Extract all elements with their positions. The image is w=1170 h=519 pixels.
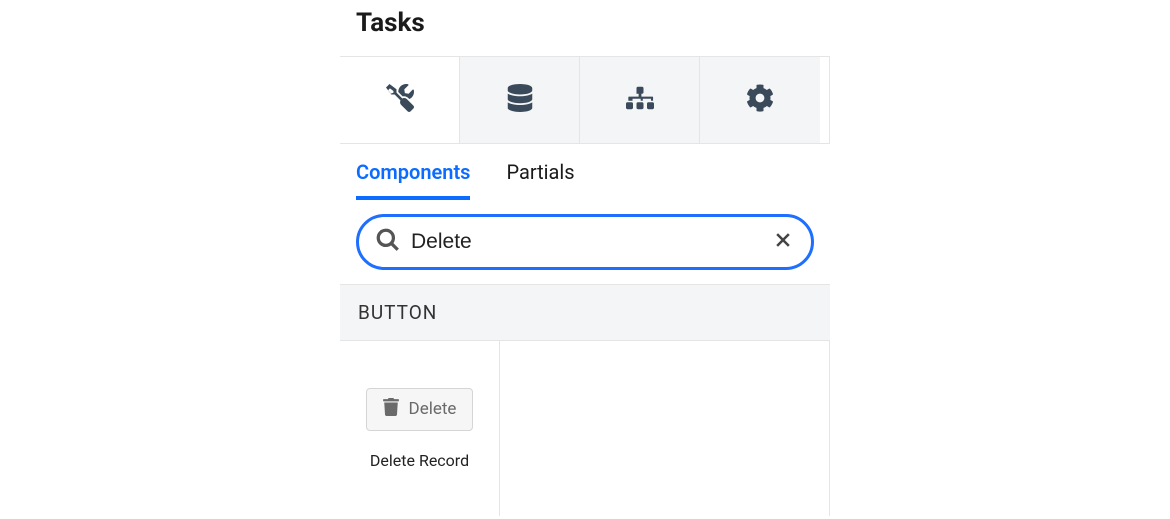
sub-tabs: Components Partials	[340, 144, 830, 200]
trash-icon	[383, 398, 399, 421]
gear-icon	[746, 84, 774, 116]
page-title: Tasks	[340, 0, 830, 56]
search-clear-button[interactable]	[771, 230, 795, 254]
tab-settings[interactable]	[700, 57, 820, 143]
component-label: Delete Record	[370, 451, 469, 470]
tab-data[interactable]	[460, 57, 580, 143]
tab-components[interactable]: Components	[356, 160, 470, 200]
close-icon	[773, 230, 793, 254]
tools-icon	[386, 84, 414, 116]
search-input[interactable]	[411, 230, 761, 254]
results-row: Delete Delete Record	[340, 341, 830, 516]
category-header: BUTTON	[340, 284, 830, 341]
tab-tools[interactable]	[340, 57, 460, 143]
tab-partials[interactable]: Partials	[506, 160, 574, 200]
tasks-panel: Tasks Components Partials	[340, 0, 830, 516]
top-icon-tabs	[340, 56, 830, 144]
search-icon	[375, 227, 401, 257]
delete-button-preview: Delete	[366, 388, 474, 431]
search-box	[356, 214, 814, 270]
delete-button-preview-label: Delete	[409, 399, 457, 419]
component-delete-record[interactable]: Delete Delete Record	[340, 341, 500, 516]
database-icon	[506, 84, 534, 116]
search-wrapper	[340, 200, 830, 284]
tab-structure[interactable]	[580, 57, 700, 143]
sitemap-icon	[626, 84, 654, 116]
